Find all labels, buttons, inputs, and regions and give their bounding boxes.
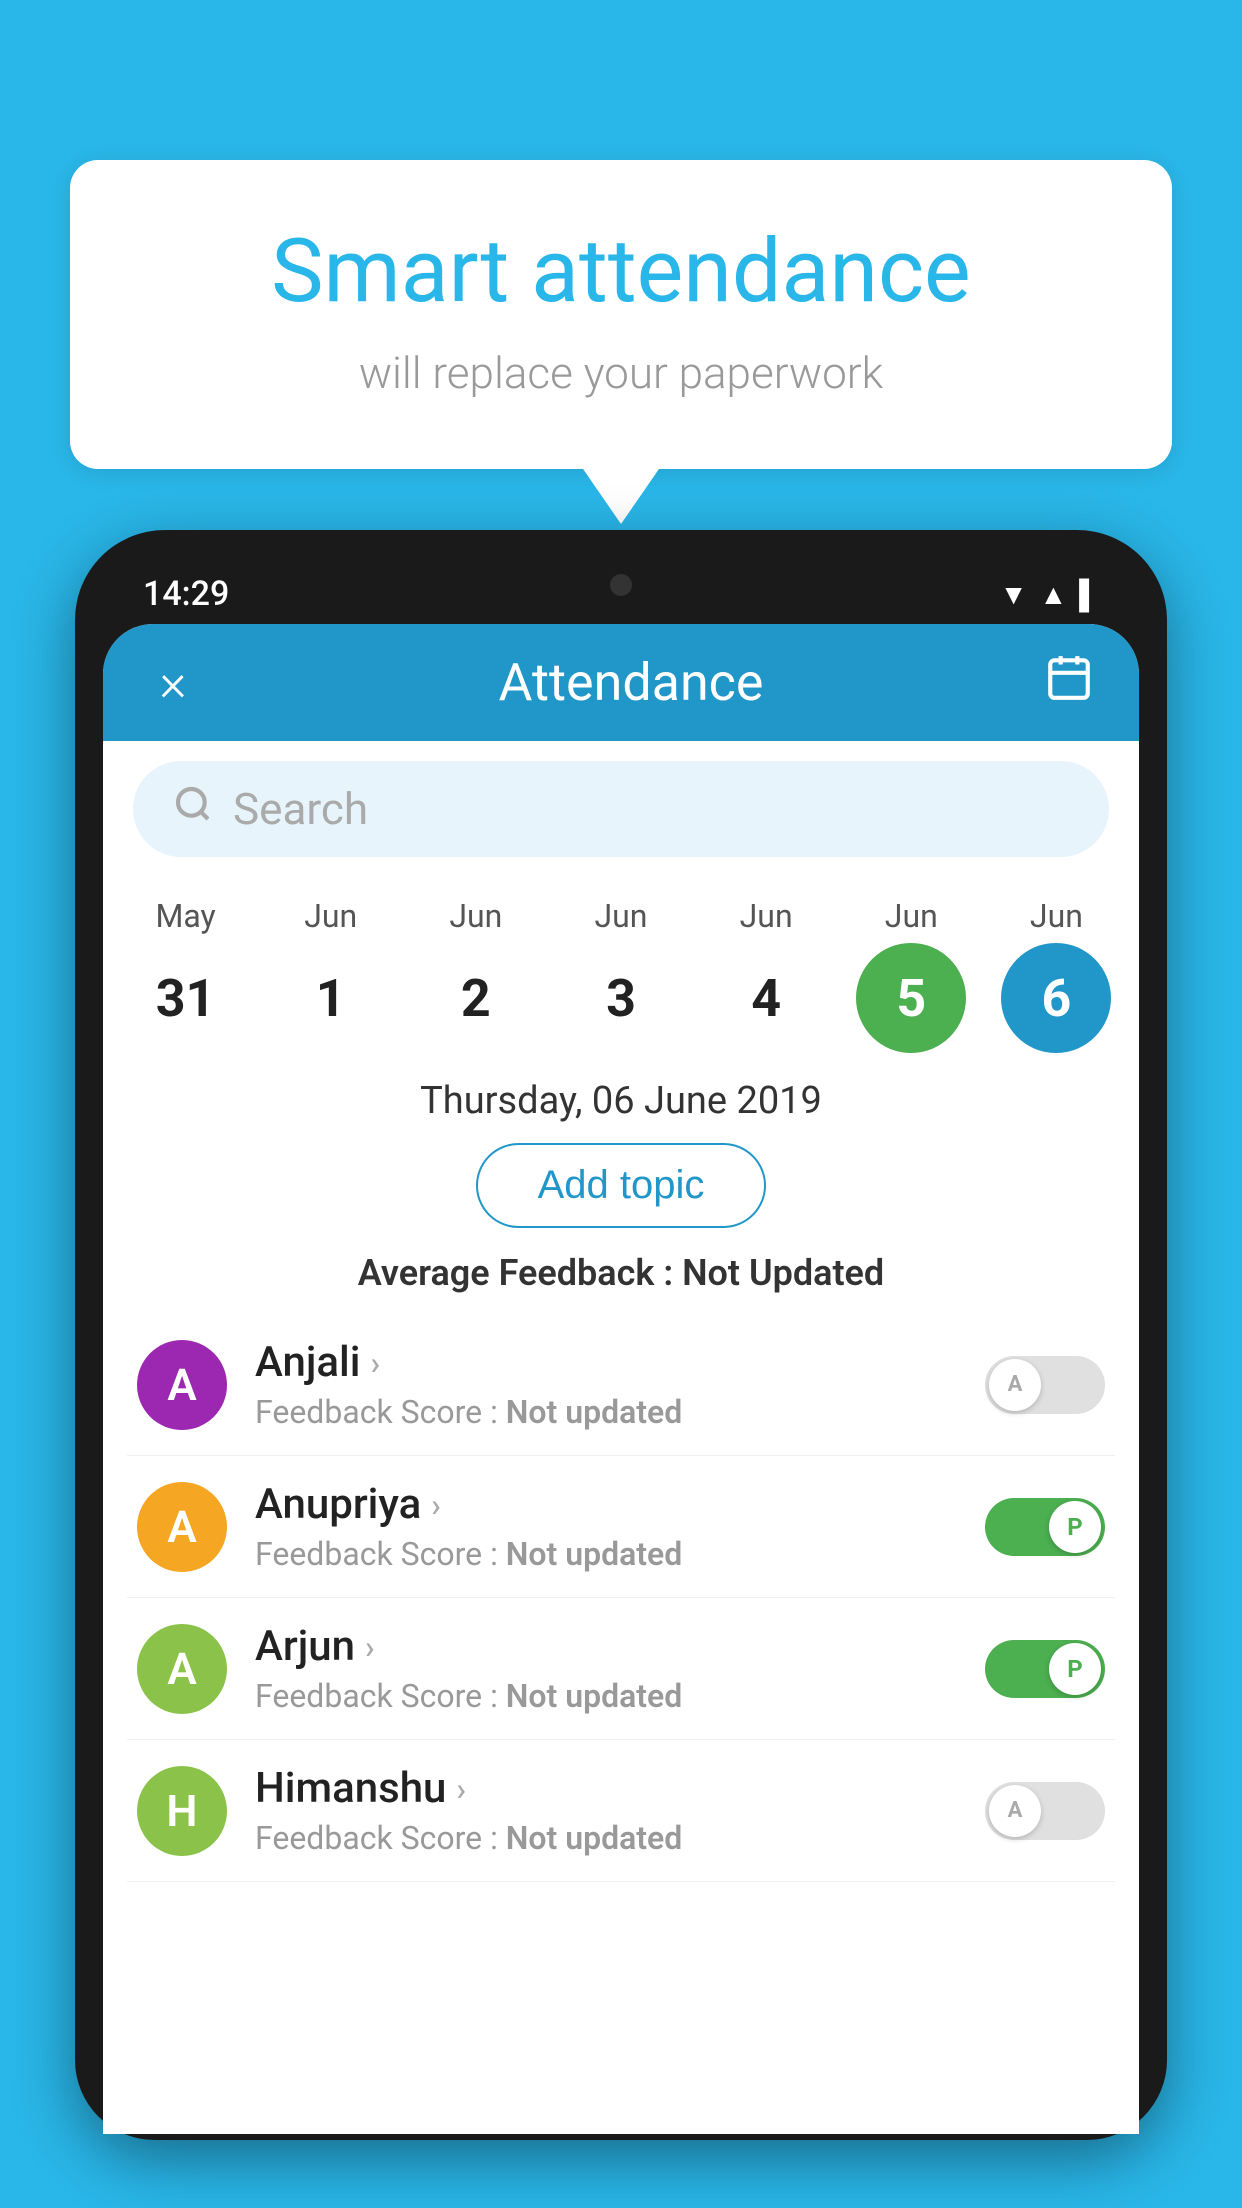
day-number[interactable]: 1 [276, 943, 386, 1053]
phone: 14:29 ▼ ▲ ▌ × Attendance [75, 530, 1167, 2140]
month-label: Jun [885, 897, 938, 935]
page-title: Attendance [223, 652, 1039, 713]
signal-icon: ▲ [1039, 578, 1067, 611]
day-number[interactable]: 4 [711, 943, 821, 1053]
close-button[interactable]: × [143, 652, 203, 713]
status-bar: 14:29 ▼ ▲ ▌ [103, 560, 1139, 614]
toggle-knob: P [1049, 1643, 1101, 1695]
date-col[interactable]: May 31 [126, 897, 246, 1053]
app-screen: × Attendance [103, 624, 1139, 2134]
attendance-toggle[interactable]: P [985, 1640, 1105, 1698]
student-name: Himanshu › [255, 1764, 985, 1813]
toggle-knob: A [989, 1785, 1041, 1837]
speech-bubble-title: Smart attendance [150, 220, 1092, 323]
speech-bubble-subtitle: will replace your paperwork [150, 347, 1092, 399]
student-name: Anjali › [255, 1338, 985, 1387]
selected-date: Thursday, 06 June 2019 [103, 1063, 1139, 1143]
status-time: 14:29 [143, 574, 229, 614]
speech-bubble-container: Smart attendance will replace your paper… [70, 160, 1172, 469]
calendar-icon[interactable] [1039, 652, 1099, 713]
list-item[interactable]: H Himanshu › Feedback Score : Not updatedA [127, 1740, 1115, 1882]
date-col[interactable]: Jun 1 [271, 897, 391, 1053]
date-col[interactable]: Jun 2 [416, 897, 536, 1053]
feedback-score: Feedback Score : Not updated [255, 1393, 985, 1431]
list-item[interactable]: A Arjun › Feedback Score : Not updated P [127, 1598, 1115, 1740]
avatar: A [137, 1482, 227, 1572]
attendance-toggle[interactable]: A [985, 1782, 1105, 1840]
feedback-score: Feedback Score : Not updated [255, 1535, 985, 1573]
month-label: Jun [449, 897, 502, 935]
student-list: AAnjali ›Feedback Score : Not updatedAAA… [103, 1314, 1139, 1882]
student-info: Himanshu › Feedback Score : Not updated [255, 1764, 985, 1857]
date-col[interactable]: Jun 5 [851, 897, 971, 1053]
avg-feedback-value: Not Updated [682, 1252, 884, 1294]
average-feedback: Average Feedback : Not Updated [103, 1252, 1139, 1294]
feedback-score: Feedback Score : Not updated [255, 1677, 985, 1715]
student-name: Arjun › [255, 1622, 985, 1671]
date-col[interactable]: Jun 4 [706, 897, 826, 1053]
chevron-right-icon: › [365, 1628, 375, 1666]
day-number[interactable]: 2 [421, 943, 531, 1053]
month-label: Jun [304, 897, 357, 935]
month-label: Jun [740, 897, 793, 935]
attendance-toggle[interactable]: P [985, 1498, 1105, 1556]
list-item[interactable]: AAnjali ›Feedback Score : Not updatedA [127, 1314, 1115, 1456]
month-label: Jun [1030, 897, 1083, 935]
day-number[interactable]: 5 [856, 943, 966, 1053]
student-info: Anupriya › Feedback Score : Not updated [255, 1480, 985, 1573]
search-bar[interactable]: Search [133, 761, 1109, 857]
battery-icon: ▌ [1079, 578, 1099, 611]
wifi-icon: ▼ [1000, 578, 1028, 611]
day-number[interactable]: 3 [566, 943, 676, 1053]
add-topic-button[interactable]: Add topic [476, 1143, 767, 1228]
chevron-right-icon: › [370, 1344, 380, 1382]
list-item[interactable]: A Anupriya › Feedback Score : Not updated P [127, 1456, 1115, 1598]
toggle-track: A [985, 1782, 1105, 1840]
student-info: Anjali › Feedback Score : Not updated [255, 1338, 985, 1431]
status-icons: ▼ ▲ ▌ [1000, 578, 1099, 611]
attendance-toggle[interactable]: A [985, 1356, 1105, 1414]
search-placeholder: Search [233, 783, 368, 835]
speech-bubble: Smart attendance will replace your paper… [70, 160, 1172, 469]
search-icon [173, 784, 213, 834]
avg-feedback-label: Average Feedback : [358, 1252, 673, 1294]
date-col[interactable]: Jun 3 [561, 897, 681, 1053]
month-label: May [155, 897, 215, 935]
camera-dot [610, 574, 632, 596]
app-header: × Attendance [103, 624, 1139, 741]
avatar: H [137, 1766, 227, 1856]
phone-notch [556, 560, 686, 610]
day-number[interactable]: 6 [1001, 943, 1111, 1053]
toggle-knob: P [1049, 1501, 1101, 1553]
toggle-track: P [985, 1498, 1105, 1556]
toggle-knob: A [989, 1359, 1041, 1411]
day-number[interactable]: 31 [131, 943, 241, 1053]
chevron-right-icon: › [456, 1770, 466, 1808]
date-picker-row: May 31 Jun 1 Jun 2 Jun 3 Jun 4 Jun 5 Jun 6 [103, 877, 1139, 1063]
date-col[interactable]: Jun 6 [996, 897, 1116, 1053]
student-info: Arjun › Feedback Score : Not updated [255, 1622, 985, 1715]
month-label: Jun [595, 897, 648, 935]
avatar: A [137, 1624, 227, 1714]
phone-container: 14:29 ▼ ▲ ▌ × Attendance [75, 530, 1167, 2208]
toggle-track: P [985, 1640, 1105, 1698]
student-name: Anupriya › [255, 1480, 985, 1529]
avatar: A [137, 1340, 227, 1430]
feedback-score: Feedback Score : Not updated [255, 1819, 985, 1857]
toggle-track: A [985, 1356, 1105, 1414]
chevron-right-icon: › [431, 1486, 441, 1524]
